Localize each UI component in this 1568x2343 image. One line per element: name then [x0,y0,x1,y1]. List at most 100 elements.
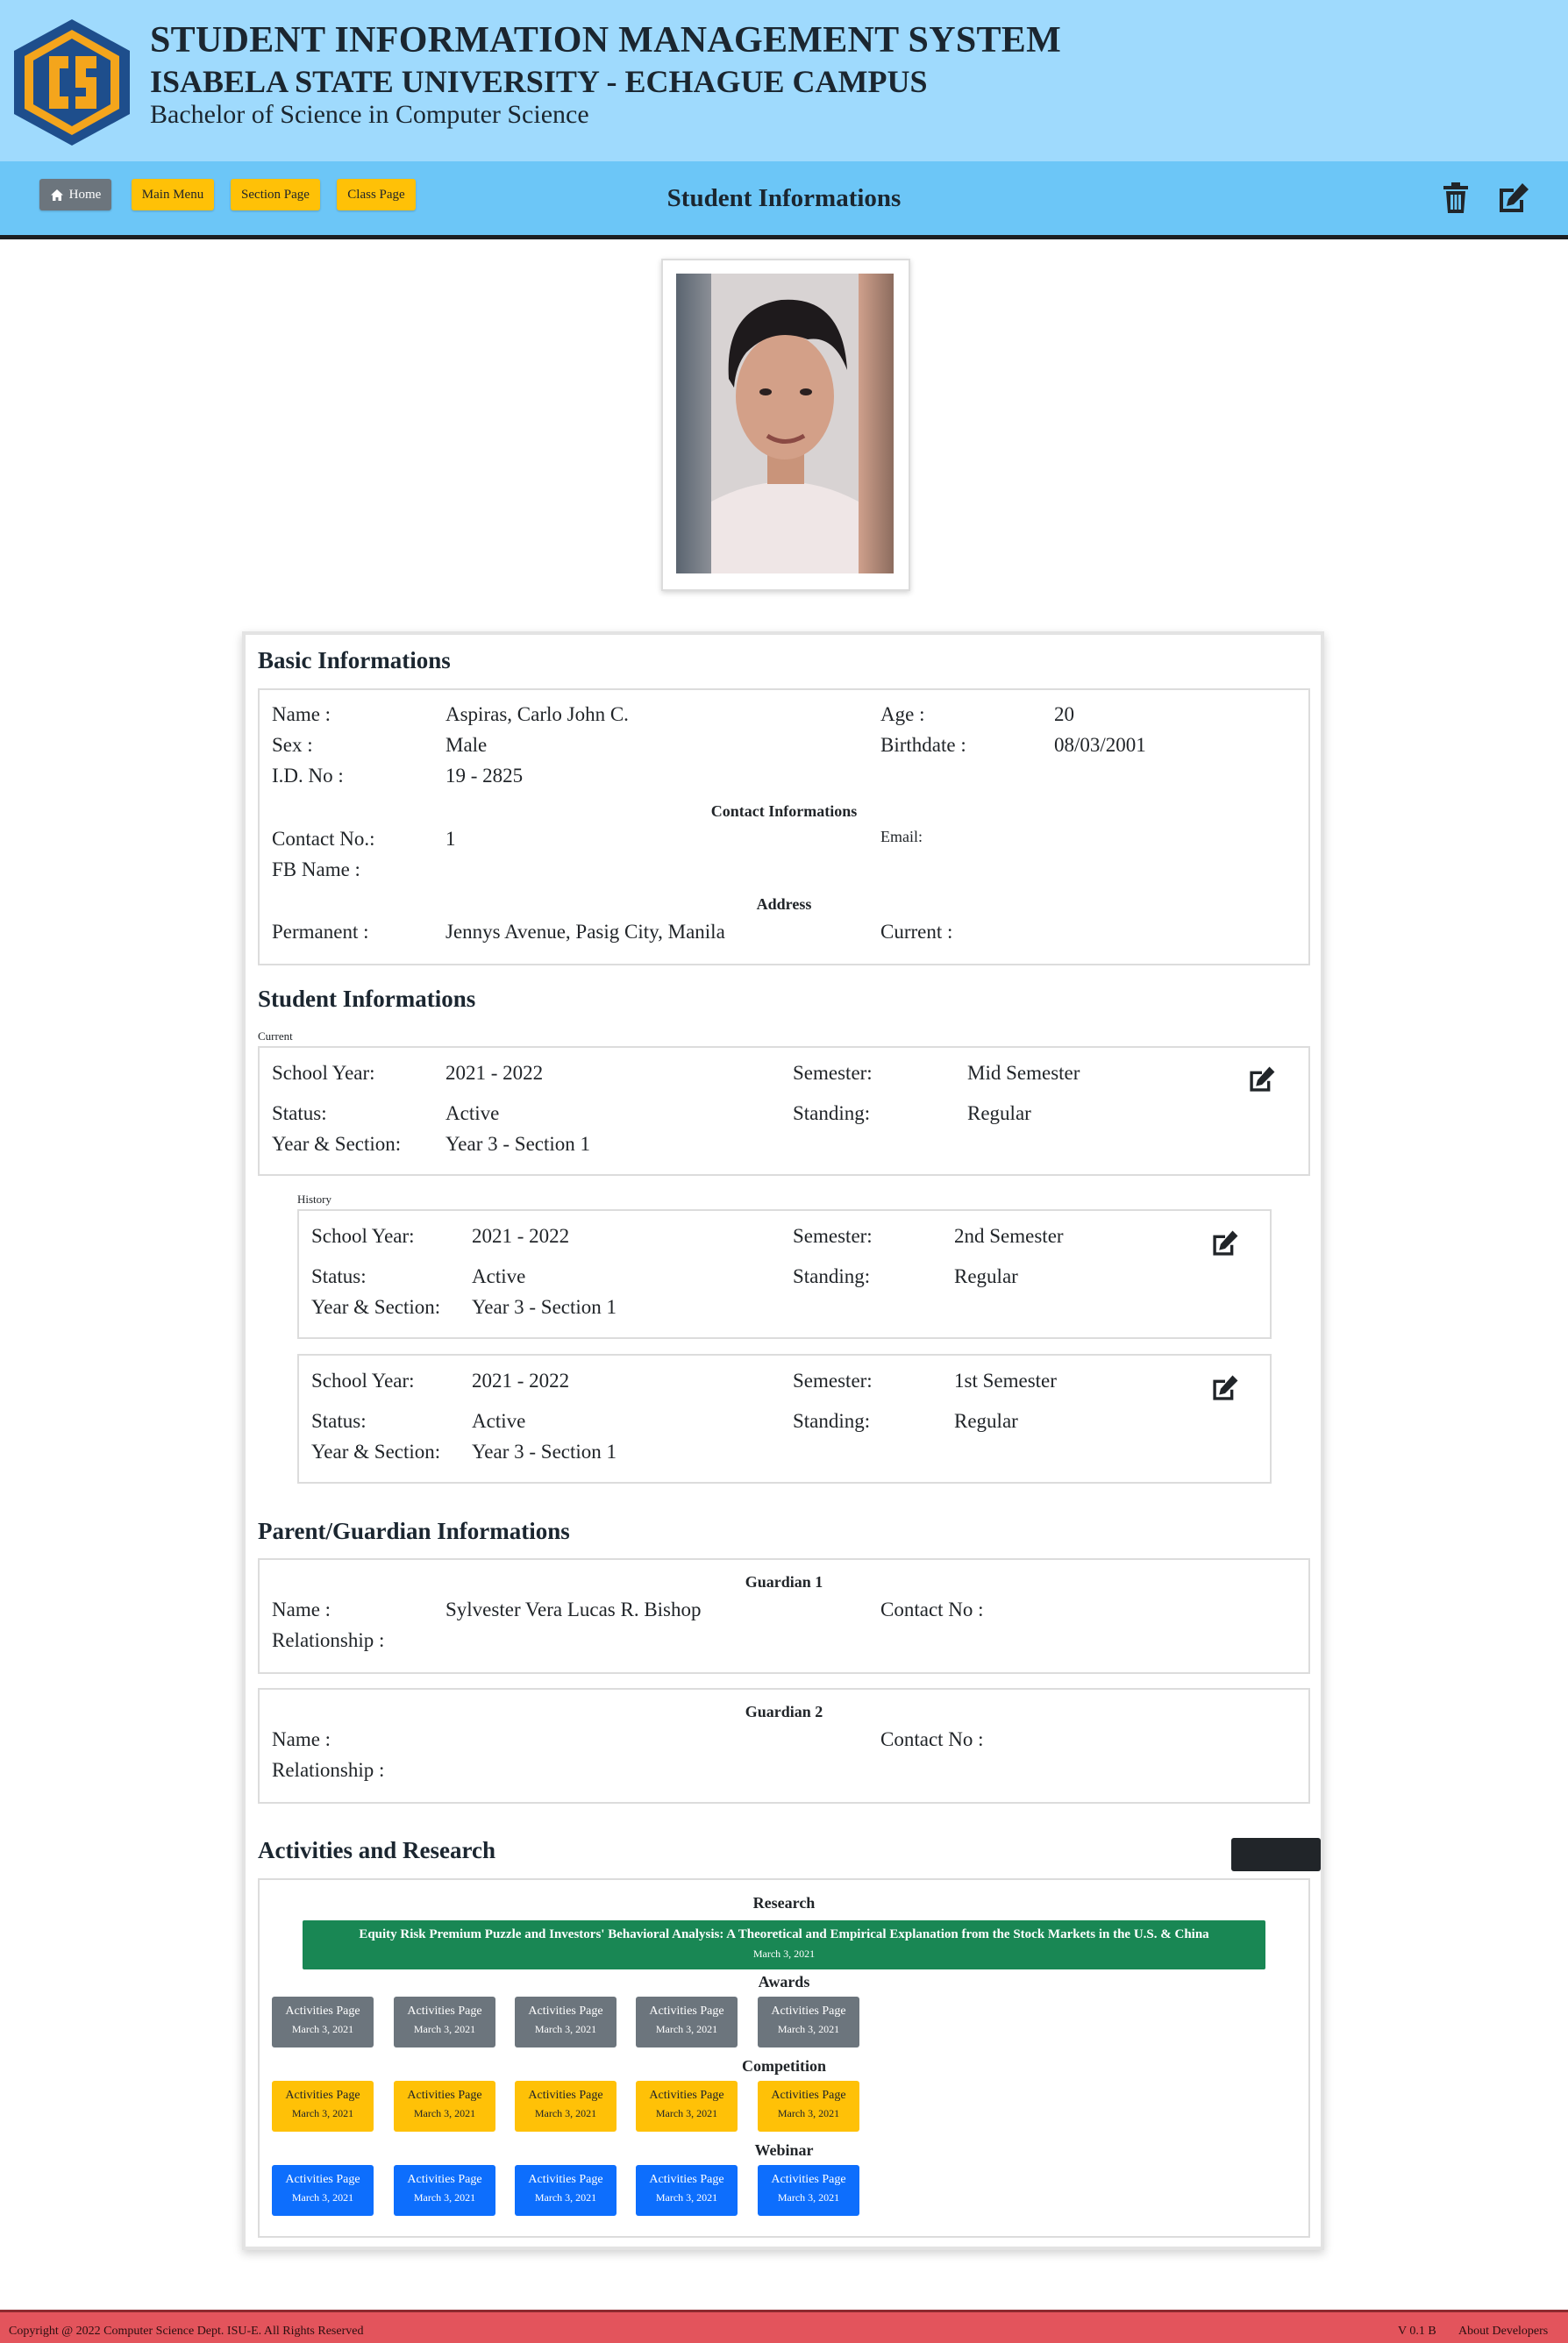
school-year-value: 2021 - 2022 [472,1225,570,1247]
webinar-item[interactable]: Activities Page March 3, 2021 [515,2165,617,2216]
about-developers-link[interactable]: About Developers [1458,2325,1548,2339]
school-year-label: School Year: [272,1062,375,1084]
edit-history-record-icon[interactable] [1210,1373,1240,1403]
webinar-item-label: Activities Page [649,2173,724,2186]
competition-item-label: Activities Page [649,2089,724,2102]
trash-icon[interactable] [1438,181,1473,216]
standing-value: Regular [954,1410,1018,1432]
award-item-date: March 3, 2021 [413,2023,476,2035]
school-year-value: 2021 - 2022 [445,1062,544,1084]
status-value: Active [472,1265,526,1287]
webinar-item[interactable]: Activities Page March 3, 2021 [394,2165,495,2216]
guardian-contact-label: Contact No : [880,1599,984,1620]
standing-label: Standing: [793,1102,871,1124]
year-section-value: Year 3 - Section 1 [472,1296,617,1318]
competition-item-date: March 3, 2021 [655,2107,718,2119]
award-item[interactable]: Activities Page March 3, 2021 [758,1997,859,2047]
standing-value: Regular [954,1265,1018,1287]
competition-item[interactable]: Activities Page March 3, 2021 [272,2081,374,2132]
history-record-box [297,1209,1272,1339]
award-item-date: March 3, 2021 [777,2023,840,2035]
birthdate-value: 08/03/2001 [1054,734,1146,756]
webinar-heading: Webinar [754,2141,814,2159]
semester-label: Semester: [793,1370,873,1392]
semester-value: 2nd Semester [954,1225,1064,1247]
competition-item-date: March 3, 2021 [777,2107,840,2119]
email-label: Email: [880,828,923,845]
year-section-label: Year & Section: [311,1441,441,1463]
id-value: 19 - 2825 [445,765,524,787]
competition-item-date: March 3, 2021 [534,2107,597,2119]
guardian-heading: Parent/Guardian Informations [258,1518,570,1544]
year-section-value: Year 3 - Section 1 [445,1133,591,1155]
semester-label: Semester: [793,1225,873,1247]
competition-item[interactable]: Activities Page March 3, 2021 [515,2081,617,2132]
header-banner: STUDENT INFORMATION MANAGEMENT SYSTEM IS… [0,0,1568,161]
semester-value: Mid Semester [967,1062,1080,1084]
award-item-date: March 3, 2021 [291,2023,354,2035]
age-label: Age : [880,703,925,725]
year-section-value: Year 3 - Section 1 [472,1441,617,1463]
competition-item[interactable]: Activities Page March 3, 2021 [394,2081,495,2132]
name-value: Aspiras, Carlo John C. [445,703,629,725]
school-year-label: School Year: [311,1370,415,1392]
permanent-label: Permanent : [272,921,369,943]
webinar-item-label: Activities Page [285,2173,360,2186]
cs-logo-icon [14,19,130,146]
student-photo [676,274,894,573]
age-value: 20 [1054,703,1074,725]
contact-heading: Contact Informations [710,802,858,820]
webinar-item[interactable]: Activities Page March 3, 2021 [636,2165,738,2216]
guardian-1-title: Guardian 1 [745,1573,823,1591]
webinar-item-date: March 3, 2021 [291,2191,354,2204]
edit-current-record-icon[interactable] [1247,1065,1277,1094]
award-item[interactable]: Activities Page March 3, 2021 [394,1997,495,2047]
page-title: Student Informations [666,184,902,212]
name-label: Name : [272,703,331,725]
award-item-label: Activities Page [649,2005,724,2018]
sex-value: Male [445,734,488,756]
webinar-item-date: March 3, 2021 [413,2191,476,2204]
competition-item[interactable]: Activities Page March 3, 2021 [636,2081,738,2132]
guardian-2-title: Guardian 2 [745,1703,823,1720]
research-title: Equity Risk Premium Puzzle and Investors… [359,1927,1209,1941]
award-item-date: March 3, 2021 [534,2023,597,2035]
fb-name-label: FB Name : [272,858,360,880]
history-caption: History [297,1193,331,1206]
birthdate-label: Birthdate : [880,734,966,756]
competition-item-label: Activities Page [528,2089,603,2102]
school-year-label: School Year: [311,1225,415,1247]
current-caption: Current [258,1029,293,1043]
footer: Copyright @ 2022 Computer Science Dept. … [0,2310,1568,2343]
research-date: March 3, 2021 [752,1948,816,1960]
award-item[interactable]: Activities Page March 3, 2021 [272,1997,374,2047]
award-item[interactable]: Activities Page March 3, 2021 [636,1997,738,2047]
semester-value: 1st Semester [954,1370,1057,1392]
award-item-label: Activities Page [528,2005,603,2018]
edit-history-record-icon[interactable] [1210,1228,1240,1258]
webinar-item-date: March 3, 2021 [534,2191,597,2204]
university-name: ISABELA STATE UNIVERSITY - ECHAGUE CAMPU… [150,64,928,99]
edit-icon[interactable] [1496,181,1531,216]
competition-item-date: March 3, 2021 [413,2107,476,2119]
guardian-name-label: Name : [272,1599,331,1620]
status-label: Status: [311,1265,367,1287]
webinar-item[interactable]: Activities Page March 3, 2021 [758,2165,859,2216]
webinar-item-date: March 3, 2021 [655,2191,718,2204]
school-year-value: 2021 - 2022 [472,1370,570,1392]
program-name: Bachelor of Science in Computer Science [150,100,589,129]
competition-item[interactable]: Activities Page March 3, 2021 [758,2081,859,2132]
award-item-label: Activities Page [285,2005,360,2018]
standing-label: Standing: [793,1265,871,1287]
webinar-item-date: March 3, 2021 [777,2191,840,2204]
competition-item-label: Activities Page [407,2089,482,2102]
status-label: Status: [272,1102,327,1124]
award-item[interactable]: Activities Page March 3, 2021 [515,1997,617,2047]
version-text: V 0.1 B [1398,2325,1436,2338]
guardian-relationship-label: Relationship : [272,1629,385,1651]
webinar-item[interactable]: Activities Page March 3, 2021 [272,2165,374,2216]
year-section-label: Year & Section: [272,1133,402,1155]
competition-heading: Competition [742,2057,826,2075]
research-item[interactable]: Equity Risk Premium Puzzle and Investors… [303,1920,1265,1969]
add-activity-button[interactable] [1231,1838,1321,1871]
